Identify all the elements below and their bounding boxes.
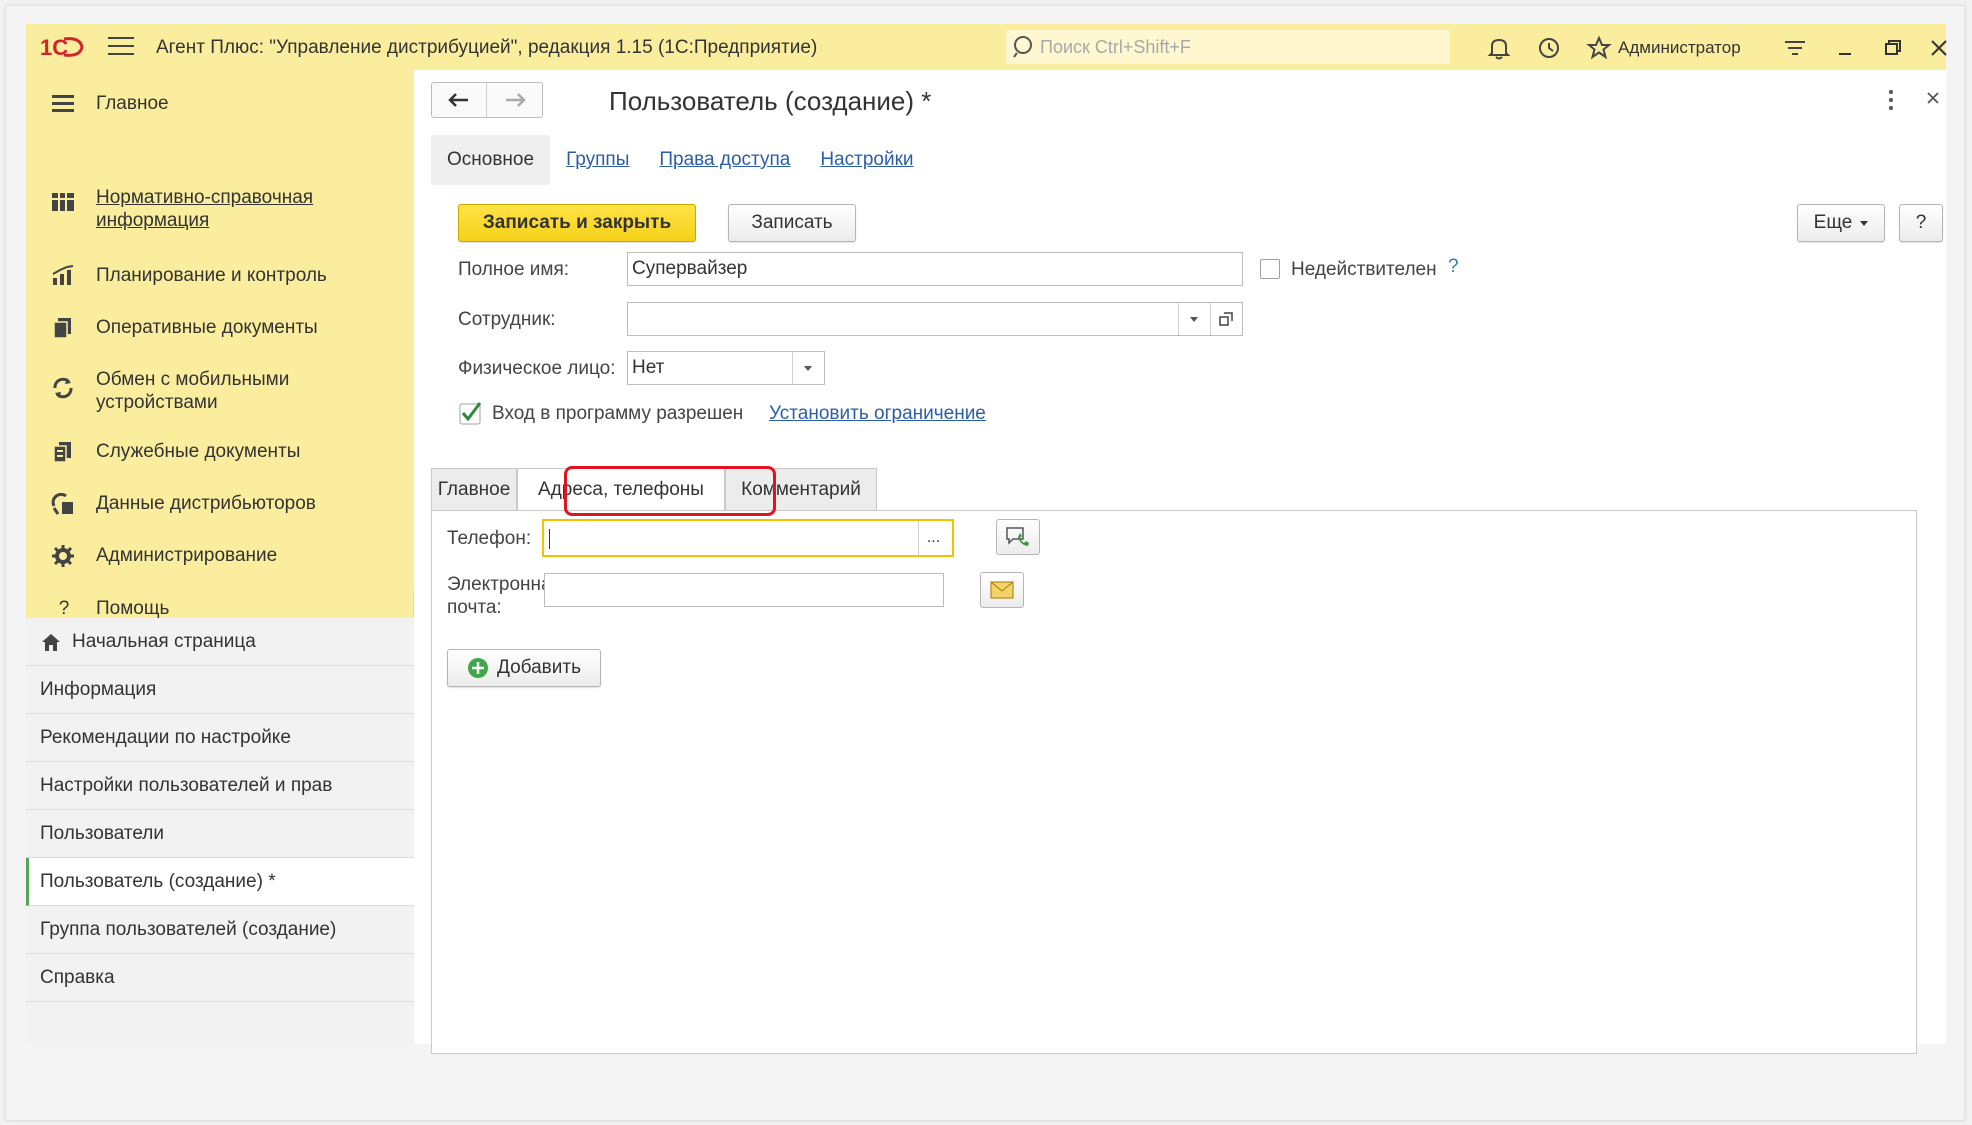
email-send-button[interactable] (980, 572, 1024, 608)
open-window-info[interactable]: Информация (26, 666, 414, 714)
search-input[interactable] (1040, 36, 1420, 58)
chevron-down-icon (803, 365, 812, 371)
help-button[interactable]: ? (1899, 204, 1943, 242)
grid-icon (52, 193, 74, 211)
inner-tab-main[interactable]: Главное (431, 468, 517, 510)
employee-field[interactable] (627, 302, 1243, 336)
section-planning[interactable]: Планирование и контроль (26, 264, 414, 288)
inactive-help-link[interactable]: ? (1448, 256, 1459, 278)
save-button[interactable]: Записать (728, 204, 856, 242)
person-dropdown-button[interactable] (792, 352, 822, 384)
main-menu-icon[interactable] (108, 37, 134, 57)
open-window-user-create[interactable]: Пользователь (создание) * (26, 858, 414, 906)
section-distributor-data[interactable]: Данные дистрибьюторов (26, 492, 414, 516)
tab-groups[interactable]: Группы (566, 149, 629, 171)
app-title: Агент Плюс: "Управление дистрибуцией", р… (156, 37, 818, 58)
arrow-right-icon (505, 93, 526, 107)
open-window-user-settings[interactable]: Настройки пользователей и прав (26, 762, 414, 810)
addresses-phones-panel: Телефон: ... Электронная почта: Добавить (431, 510, 1917, 1054)
tab-settings[interactable]: Настройки (820, 149, 913, 171)
section-reference-info[interactable]: Нормативно-справочная информация (26, 186, 414, 232)
tab-highlight-annotation (564, 466, 776, 516)
envelope-icon (990, 581, 1014, 599)
tab-access-rights[interactable]: Права доступа (659, 149, 790, 171)
section-service-docs[interactable]: Служебные документы (26, 440, 414, 464)
section-main[interactable]: Главное (26, 92, 414, 116)
title-bar: 1С Агент Плюс: "Управление дистрибуцией"… (26, 24, 1947, 70)
hamburger-icon (52, 95, 74, 112)
person-select[interactable]: Нет (627, 351, 825, 385)
search-icon (1013, 36, 1032, 58)
sidebar: Главное Нормативно-справочная информация… (26, 70, 414, 1044)
chevron-down-icon (1189, 316, 1198, 322)
global-search[interactable] (1006, 30, 1450, 64)
distributor-icon (51, 492, 73, 515)
chevron-down-icon (1860, 220, 1869, 226)
bell-icon[interactable] (1486, 35, 1512, 61)
person-label: Физическое лицо: (458, 358, 616, 379)
full-name-label: Полное имя: (458, 259, 570, 280)
1c-logo-icon[interactable]: 1С (40, 33, 86, 61)
favorites-star-icon[interactable] (1586, 35, 1612, 61)
section-administration[interactable]: Администрирование (26, 544, 414, 568)
inactive-checkbox[interactable] (1260, 259, 1280, 279)
close-form-icon[interactable] (1923, 88, 1943, 108)
gear-icon (52, 545, 74, 567)
minimize-icon[interactable] (1832, 35, 1858, 61)
arrow-left-icon (448, 93, 468, 107)
sections-panel: Главное Нормативно-справочная информация… (26, 70, 414, 619)
tab-main[interactable]: Основное (431, 135, 551, 185)
open-window-group-create[interactable]: Группа пользователей (создание) (26, 906, 414, 954)
add-contact-button[interactable]: Добавить (447, 649, 601, 687)
restore-icon[interactable] (1880, 35, 1906, 61)
current-user[interactable]: Администратор (1618, 38, 1741, 58)
email-input[interactable] (544, 573, 944, 607)
service-docs-icon (53, 442, 71, 463)
employee-open-button[interactable] (1210, 303, 1240, 335)
sync-icon (53, 377, 73, 399)
form-tabs: Основное Группы Права доступа Настройки (431, 134, 944, 186)
back-button[interactable] (432, 83, 488, 117)
history-icon[interactable] (1536, 35, 1562, 61)
section-mobile-exchange[interactable]: Обмен с мобильными устройствами (26, 368, 414, 414)
login-allowed-checkbox[interactable] (459, 401, 483, 425)
open-window-help[interactable]: Справка (26, 954, 414, 1002)
history-nav (431, 82, 543, 118)
app-window: 1С Агент Плюс: "Управление дистрибуцией"… (26, 24, 1947, 1054)
phone-label: Телефон: (447, 528, 532, 549)
login-allowed-label: Вход в программу разрешен (492, 403, 744, 424)
phone-more-button[interactable]: ... (918, 521, 948, 555)
add-plus-icon (468, 658, 488, 678)
forward-button[interactable] (487, 83, 542, 117)
phone-input[interactable]: ... (542, 519, 954, 557)
phone-call-button[interactable] (996, 519, 1040, 555)
set-restriction-link[interactable]: Установить ограничение (769, 403, 986, 425)
open-windows-panel: Начальная страница Информация Рекомендац… (26, 618, 414, 1044)
documents-icon (53, 318, 71, 339)
close-window-icon[interactable] (1926, 35, 1952, 61)
home-icon (42, 633, 60, 651)
form-area: Пользователь (создание) * Основное Групп… (415, 70, 1946, 1054)
section-operational-docs[interactable]: Оперативные документы (26, 316, 414, 340)
open-window-users[interactable]: Пользователи (26, 810, 414, 858)
inactive-label: Недействителен (1291, 259, 1437, 280)
employee-dropdown-button[interactable] (1178, 303, 1208, 335)
open-window-recommendations[interactable]: Рекомендации по настройке (26, 714, 414, 762)
open-window-home[interactable]: Начальная страница (26, 618, 414, 666)
employee-label: Сотрудник: (458, 309, 556, 330)
phone-call-icon (1006, 527, 1029, 546)
page-title: Пользователь (создание) * (609, 86, 932, 116)
full-name-input[interactable]: Супервайзер (627, 252, 1243, 286)
settings-menu-icon[interactable] (1782, 35, 1808, 61)
chart-icon (52, 265, 74, 285)
save-and-close-button[interactable]: Записать и закрыть (458, 204, 696, 242)
more-actions-icon[interactable] (1887, 88, 1895, 112)
open-window-icon (1218, 312, 1233, 326)
more-button[interactable]: Еще (1797, 204, 1885, 242)
